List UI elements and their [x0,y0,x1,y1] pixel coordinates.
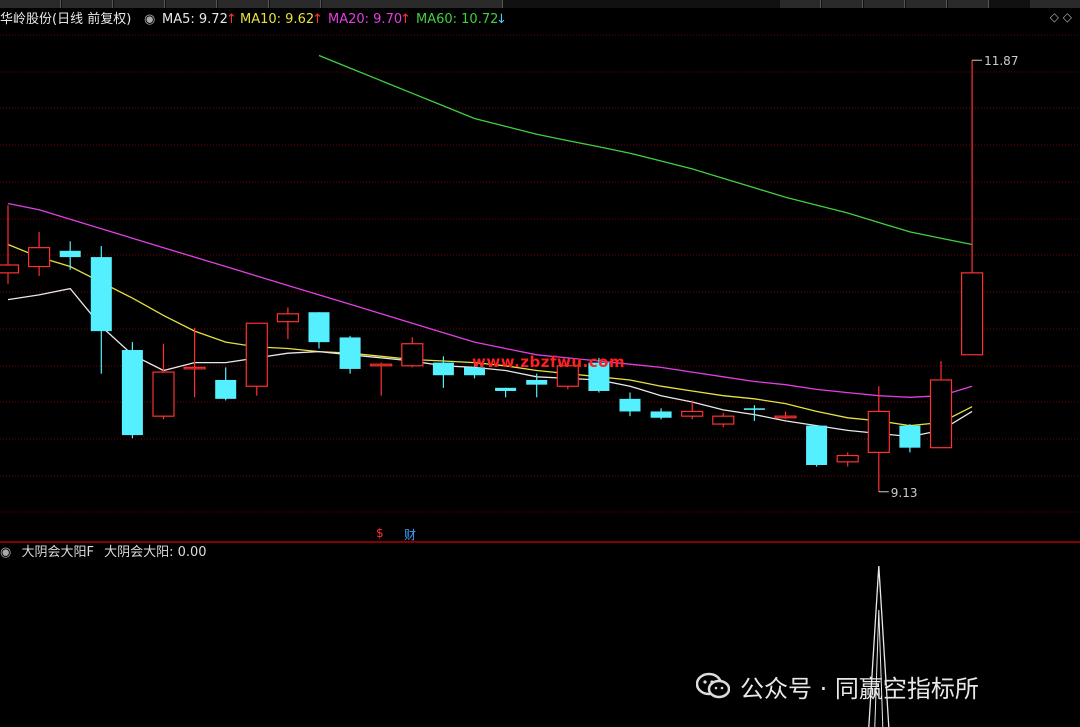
event-marker-finance[interactable]: 财 [404,526,416,543]
candle-body [526,379,548,385]
wechat-logo-icon [695,672,731,700]
candle-body [743,408,765,410]
candle [59,241,81,270]
candle-body [619,398,641,412]
candle [619,392,641,417]
sub-indicator-name[interactable]: 大阴会大阳F [21,545,93,560]
candle-body [339,337,361,369]
ma60-line [318,54,973,246]
candle-body [183,366,206,370]
candles [0,60,984,492]
candle [960,60,984,356]
candle-body [370,363,393,367]
candle-body [152,371,175,417]
wechat-account-badge: 公众号 · 同赢空指标所 [695,666,979,706]
candle [836,452,859,467]
watermark-text: www.zbzfwu.com [472,353,626,371]
candle-body [90,257,112,332]
candle-body [712,415,735,425]
candle-body [276,313,299,323]
candle-body [774,415,797,419]
candle [650,408,672,420]
candle-body [0,264,20,274]
candle-body [215,379,237,399]
candle-body [806,425,828,465]
candle [121,342,143,439]
candle [370,362,393,396]
candle-body [245,322,268,387]
candle [401,337,424,368]
candle-body [121,350,143,436]
grid-lines [0,34,1080,543]
candle-body [432,362,454,376]
candle [712,413,735,428]
candle-body [308,312,330,343]
candle [245,322,268,396]
candle-body [650,411,672,418]
candle [774,411,797,420]
candle-body [59,250,81,258]
candle-body [401,343,424,367]
candle [90,246,112,374]
candle [152,343,175,420]
candle [339,335,361,374]
candle [899,424,921,453]
sub-settings-icon[interactable]: ◉ [0,545,11,560]
sub-indicator-value: 大阴会大阳: 0.00 [104,545,207,560]
low-price-label: 9.13 [891,486,918,500]
candle [929,361,953,449]
candle [495,387,517,398]
candle-body [867,410,890,454]
candle [276,307,299,339]
candle-body [28,247,51,268]
wechat-account-name: 公众号 · 同赢空指标所 [740,674,979,703]
candle-body [681,410,704,417]
sub-panel-header: ◉ 大阴会大阳F 大阴会大阳: 0.00 [0,544,213,562]
candle-body [960,272,984,356]
candle [215,367,237,401]
candle [867,386,890,492]
candle [806,425,828,467]
candle-body [495,387,517,391]
candle [28,231,51,276]
event-marker-s[interactable]: $ [376,526,384,540]
candle-body [899,425,921,448]
candle-body [929,379,953,449]
candle [308,312,330,349]
candle-body [836,454,859,463]
high-price-label: 11.87 [984,54,1018,68]
